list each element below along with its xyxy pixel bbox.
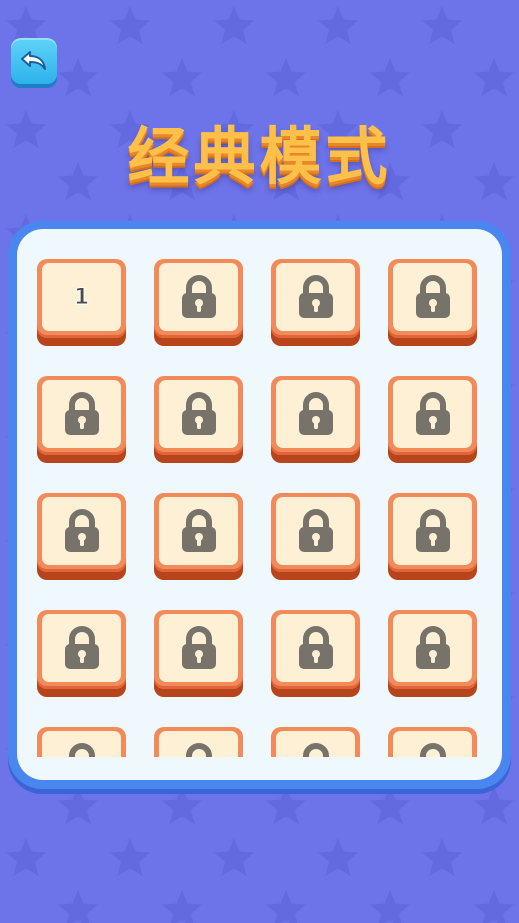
- level-tile-locked[interactable]: [388, 727, 477, 757]
- tile-face: [37, 493, 126, 572]
- tile-inner: [159, 497, 238, 565]
- tile-face: [154, 727, 243, 757]
- level-tile-locked[interactable]: [37, 493, 126, 580]
- lock-icon: [63, 392, 101, 436]
- level-grid[interactable]: 1: [17, 229, 502, 757]
- tile-face: [388, 727, 477, 757]
- lock-icon: [297, 626, 335, 670]
- lock-icon: [414, 392, 452, 436]
- level-tile[interactable]: 1: [37, 259, 126, 346]
- tile-inner: [276, 380, 355, 448]
- level-tile-locked[interactable]: [37, 610, 126, 697]
- tile-inner: [42, 731, 121, 757]
- tile-face: [271, 727, 360, 757]
- tile-inner: [159, 380, 238, 448]
- level-tile-locked[interactable]: [154, 493, 243, 580]
- level-tile-locked[interactable]: [154, 376, 243, 463]
- level-tile-locked[interactable]: [154, 259, 243, 346]
- lock-icon: [180, 275, 218, 319]
- level-tile-locked[interactable]: [388, 493, 477, 580]
- lock-icon: [414, 626, 452, 670]
- tile-inner: [42, 614, 121, 682]
- lock-icon: [297, 743, 335, 757]
- tile-inner: [276, 614, 355, 682]
- level-panel-inner[interactable]: 1: [17, 229, 502, 780]
- tile-face: [154, 259, 243, 338]
- tile-inner: [42, 497, 121, 565]
- tile-inner: [276, 263, 355, 331]
- lock-icon: [63, 743, 101, 757]
- level-tile-locked[interactable]: [271, 727, 360, 757]
- level-tile-locked[interactable]: [388, 259, 477, 346]
- back-button[interactable]: [11, 38, 57, 84]
- tile-face: [388, 493, 477, 572]
- tile-face: [271, 610, 360, 689]
- level-tile-locked[interactable]: [388, 610, 477, 697]
- tile-face: [271, 493, 360, 572]
- tile-inner: [393, 614, 472, 682]
- level-tile-locked[interactable]: [271, 376, 360, 463]
- level-tile-locked[interactable]: [37, 376, 126, 463]
- lock-icon: [414, 275, 452, 319]
- lock-icon: [63, 509, 101, 553]
- tile-face: [388, 610, 477, 689]
- tile-inner: [159, 614, 238, 682]
- lock-icon: [180, 392, 218, 436]
- tile-face: [388, 376, 477, 455]
- tile-face: [154, 376, 243, 455]
- lock-icon: [414, 743, 452, 757]
- level-tile-locked[interactable]: [154, 727, 243, 757]
- tile-face: [154, 610, 243, 689]
- tile-inner: [393, 497, 472, 565]
- tile-face: [388, 259, 477, 338]
- page-title: 经典模式: [127, 120, 392, 193]
- lock-icon: [297, 275, 335, 319]
- level-tile-locked[interactable]: [388, 376, 477, 463]
- lock-icon: [297, 509, 335, 553]
- tile-inner: [393, 263, 472, 331]
- tile-face: [271, 376, 360, 455]
- tile-face: [37, 610, 126, 689]
- level-tile-locked[interactable]: [271, 259, 360, 346]
- tile-face: [37, 727, 126, 757]
- level-panel: 1: [8, 221, 511, 789]
- lock-icon: [63, 626, 101, 670]
- lock-icon: [180, 509, 218, 553]
- tile-inner: [276, 731, 355, 757]
- tile-inner: [42, 380, 121, 448]
- tile-face: [37, 376, 126, 455]
- tile-inner: [159, 263, 238, 331]
- tile-face: 1: [37, 259, 126, 338]
- tile-inner: 1: [42, 263, 121, 331]
- tile-inner: [393, 380, 472, 448]
- tile-inner: [276, 497, 355, 565]
- level-tile-locked[interactable]: [271, 610, 360, 697]
- tile-inner: [159, 731, 238, 757]
- tile-inner: [393, 731, 472, 757]
- level-tile-locked[interactable]: [271, 493, 360, 580]
- level-number: 1: [73, 284, 90, 310]
- lock-icon: [180, 743, 218, 757]
- lock-icon: [414, 509, 452, 553]
- level-tile-locked[interactable]: [154, 610, 243, 697]
- level-tile-locked[interactable]: [37, 727, 126, 757]
- lock-icon: [297, 392, 335, 436]
- back-arrow-icon: [21, 51, 46, 70]
- lock-icon: [180, 626, 218, 670]
- tile-face: [154, 493, 243, 572]
- tile-face: [271, 259, 360, 338]
